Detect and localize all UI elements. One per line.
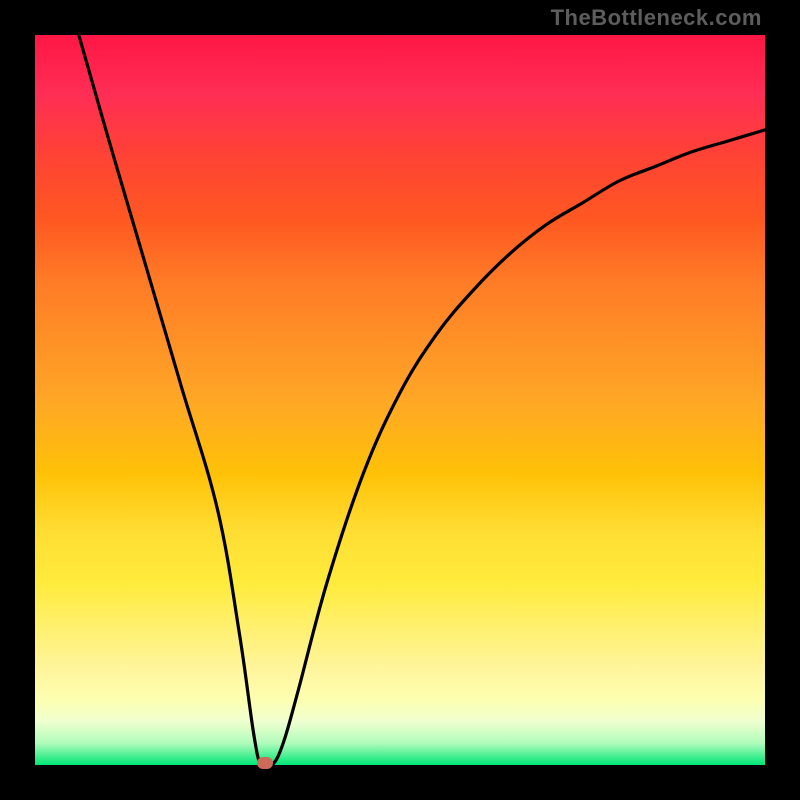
chart-frame: TheBottleneck.com bbox=[0, 0, 800, 800]
bottleneck-curve bbox=[79, 35, 765, 768]
watermark-text: TheBottleneck.com bbox=[551, 5, 762, 31]
chart-curve-svg bbox=[35, 35, 765, 765]
optimal-point-marker bbox=[257, 757, 273, 769]
